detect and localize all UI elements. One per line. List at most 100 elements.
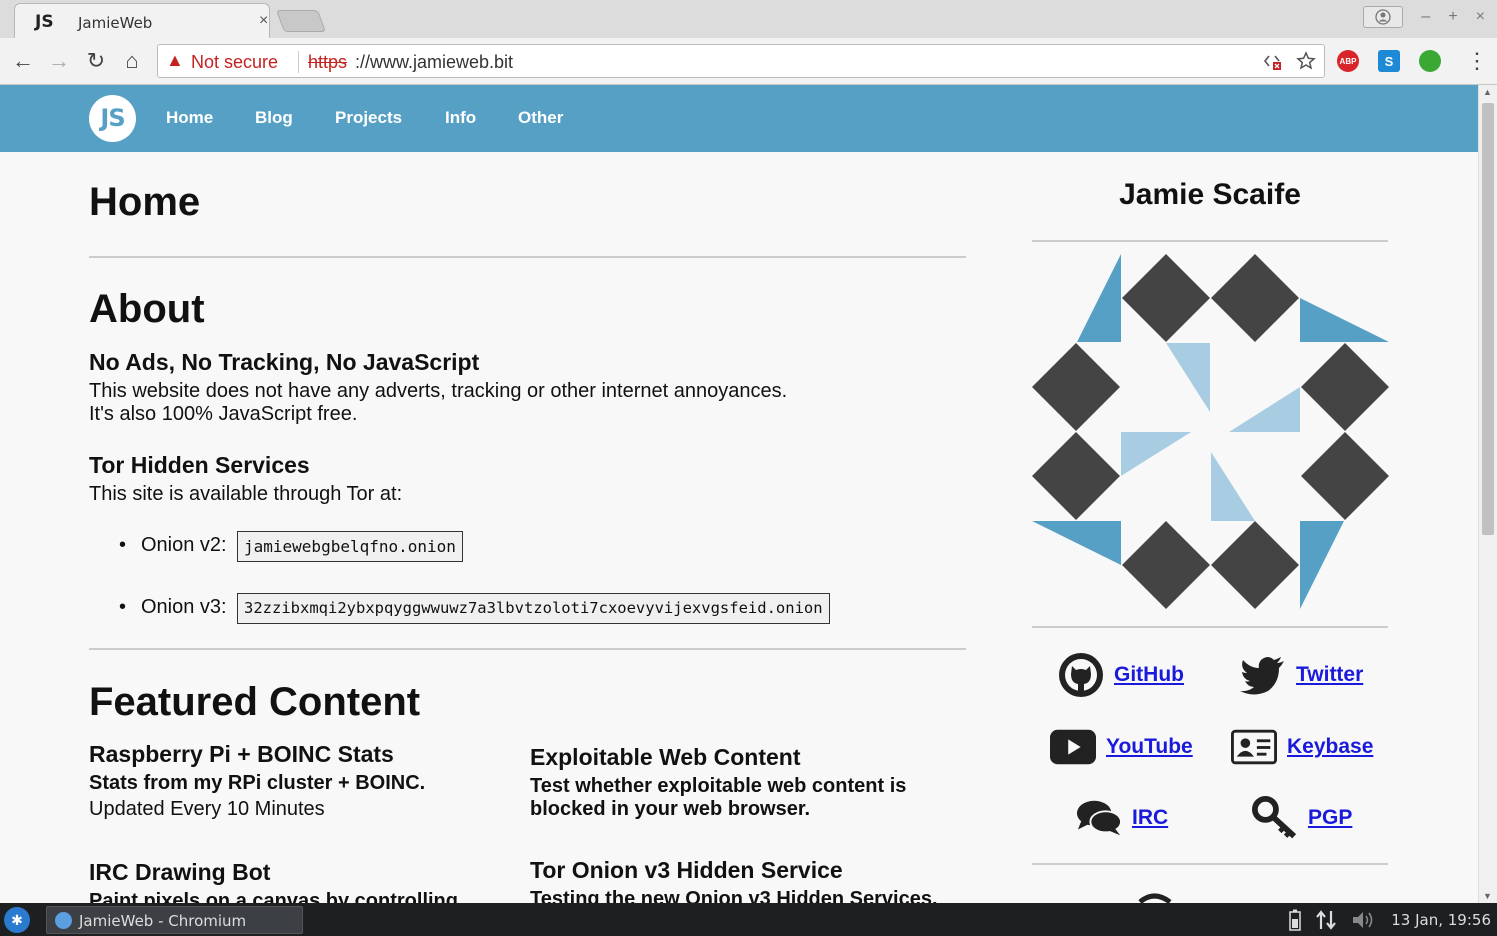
social-link-pgp[interactable]: PGP xyxy=(1252,795,1352,841)
key-icon xyxy=(1252,795,1298,841)
chat-bubbles-icon xyxy=(1076,795,1122,841)
youtube-link[interactable]: YouTube xyxy=(1106,735,1193,759)
social-link-github[interactable]: GitHub xyxy=(1058,652,1184,698)
chromium-icon xyxy=(55,912,72,929)
address-bar[interactable]: ▲ Not secure https ://www.jamieweb.bit xyxy=(157,44,1325,78)
featured-heading: Featured Content xyxy=(89,680,421,724)
scroll-down-arrow-icon[interactable]: ▼ xyxy=(1483,891,1492,901)
no-ads-text-line2: It's also 100% JavaScript free. xyxy=(89,403,358,425)
youtube-icon xyxy=(1050,724,1096,770)
scrollbar-thumb[interactable] xyxy=(1482,103,1494,535)
home-icon[interactable]: ⌂ xyxy=(118,48,146,76)
taskbar-item-chromium[interactable]: JamieWeb - Chromium xyxy=(46,906,303,934)
taskbar-item-label: JamieWeb - Chromium xyxy=(79,912,247,930)
browser-toolbar: ← → ↻ ⌂ ▲ Not secure https ://www.jamiew… xyxy=(0,38,1497,85)
pgp-link[interactable]: PGP xyxy=(1308,806,1352,830)
onion-v3-address: 32zzibxmqi2ybxpqyggwwuwz7a3lbvtzoloti7cx… xyxy=(237,593,830,624)
twitter-icon xyxy=(1240,652,1286,698)
tor-text: This site is available through Tor at: xyxy=(89,483,403,505)
window-minimize-button[interactable]: – xyxy=(1421,8,1430,26)
back-arrow-icon[interactable]: ← xyxy=(9,48,37,76)
address-separator xyxy=(298,51,299,73)
url-scheme: https xyxy=(308,52,348,72)
onion-v3-label: Onion v3: xyxy=(141,596,227,618)
featured-tor-v3-title[interactable]: Tor Onion v3 Hidden Service xyxy=(530,857,843,884)
page-content: Home About No Ads, No Tracking, No JavaS… xyxy=(0,152,1478,903)
nav-home[interactable]: Home xyxy=(166,108,213,128)
divider xyxy=(89,648,966,650)
featured-rpi-extra: Updated Every 10 Minutes xyxy=(89,798,325,820)
browser-menu-icon[interactable]: ⋮ xyxy=(1466,48,1488,74)
url-text: ://www.jamieweb.bit xyxy=(355,52,514,72)
nav-blog[interactable]: Blog xyxy=(255,108,293,128)
nav-other[interactable]: Other xyxy=(518,108,563,128)
window-maximize-button[interactable]: + xyxy=(1448,8,1457,26)
social-link-irc[interactable]: IRC xyxy=(1076,795,1168,841)
new-tab-button[interactable] xyxy=(275,10,327,32)
scroll-up-arrow-icon[interactable]: ▲ xyxy=(1483,87,1492,97)
tor-heading: Tor Hidden Services xyxy=(89,452,310,478)
green-status-extension-icon[interactable] xyxy=(1419,50,1441,72)
no-ads-text-line1: This website does not have any adverts, … xyxy=(89,380,788,402)
page-scrollbar[interactable]: ▲ ▼ xyxy=(1478,85,1497,903)
list-bullet: • xyxy=(119,596,127,618)
sidebar-divider xyxy=(1032,626,1388,628)
featured-tor-v3-subtitle: Testing the new Onion v3 Hidden Services… xyxy=(530,888,938,903)
tab-close-icon[interactable]: × xyxy=(259,12,268,30)
network-transfer-icon[interactable] xyxy=(1315,909,1337,931)
onion-v2-label: Onion v2: xyxy=(141,534,227,556)
forward-arrow-icon[interactable]: → xyxy=(45,48,73,76)
browser-tab-jamieweb[interactable]: JS JamieWeb × xyxy=(14,3,270,38)
featured-exploitable-subtitle-line1: Test whether exploitable web content is xyxy=(530,775,907,797)
featured-exploitable-subtitle-line2: blocked in your web browser. xyxy=(530,798,811,820)
warning-triangle-icon: ▲ xyxy=(166,50,184,70)
adblock-plus-icon[interactable]: ABP xyxy=(1337,50,1359,72)
system-tray: 13 Jan, 19:56 xyxy=(1289,909,1491,931)
onion-v2-address: jamiewebgbelqfno.onion xyxy=(237,531,463,562)
window-close-button[interactable]: × xyxy=(1476,8,1485,26)
site-logo[interactable]: JS xyxy=(89,95,136,142)
bookmark-star-icon[interactable] xyxy=(1296,51,1316,71)
reload-icon[interactable]: ↻ xyxy=(82,48,110,76)
keybase-link[interactable]: Keybase xyxy=(1287,735,1373,759)
featured-rpi-title[interactable]: Raspberry Pi + BOINC Stats xyxy=(89,741,394,768)
featured-irc-title[interactable]: IRC Drawing Bot xyxy=(89,859,270,886)
skype-extension-icon[interactable]: S xyxy=(1378,50,1400,72)
divider xyxy=(89,256,966,258)
social-link-twitter[interactable]: Twitter xyxy=(1240,652,1363,698)
battery-icon[interactable] xyxy=(1289,909,1301,931)
blocked-content-icon[interactable] xyxy=(1262,51,1282,71)
sidebar-divider xyxy=(1032,863,1388,865)
featured-rpi-subtitle: Stats from my RPi cluster + BOINC. xyxy=(89,772,426,794)
volume-icon[interactable] xyxy=(1351,910,1377,930)
partial-icon xyxy=(1138,893,1172,903)
sidebar-divider xyxy=(1032,240,1388,242)
sidebar-name: Jamie Scaife xyxy=(1119,178,1301,211)
start-menu-icon[interactable]: ✱ xyxy=(4,907,30,933)
identicon-avatar xyxy=(1032,254,1389,609)
tab-title: JamieWeb xyxy=(78,14,153,32)
featured-irc-subtitle: Paint pixels on a canvas by controlling xyxy=(89,890,458,903)
irc-link[interactable]: IRC xyxy=(1132,806,1168,830)
home-heading: Home xyxy=(89,180,201,224)
browser-tab-strip: JS JamieWeb × – + × xyxy=(0,0,1497,38)
window-controls: – + × xyxy=(1363,6,1485,28)
social-link-keybase[interactable]: Keybase xyxy=(1231,724,1373,770)
about-heading: About xyxy=(89,287,205,331)
nav-info[interactable]: Info xyxy=(445,108,476,128)
site-header: JS Home Blog Projects Info Other xyxy=(0,85,1478,152)
favicon-js-icon: JS xyxy=(35,12,54,32)
twitter-link[interactable]: Twitter xyxy=(1296,663,1363,687)
github-icon xyxy=(1058,652,1104,698)
no-ads-heading: No Ads, No Tracking, No JavaScript xyxy=(89,349,480,375)
keybase-icon xyxy=(1231,724,1277,770)
user-profile-icon xyxy=(1375,9,1392,25)
nav-projects[interactable]: Projects xyxy=(335,108,402,128)
social-link-youtube[interactable]: YouTube xyxy=(1050,724,1193,770)
os-taskbar: ✱ JamieWeb - Chromium 13 Jan, 19:56 xyxy=(0,903,1497,936)
clock[interactable]: 13 Jan, 19:56 xyxy=(1391,911,1491,929)
github-link[interactable]: GitHub xyxy=(1114,663,1184,687)
featured-exploitable-title[interactable]: Exploitable Web Content xyxy=(530,744,800,771)
security-status-label[interactable]: Not secure xyxy=(191,52,278,73)
profile-button[interactable] xyxy=(1363,6,1404,28)
